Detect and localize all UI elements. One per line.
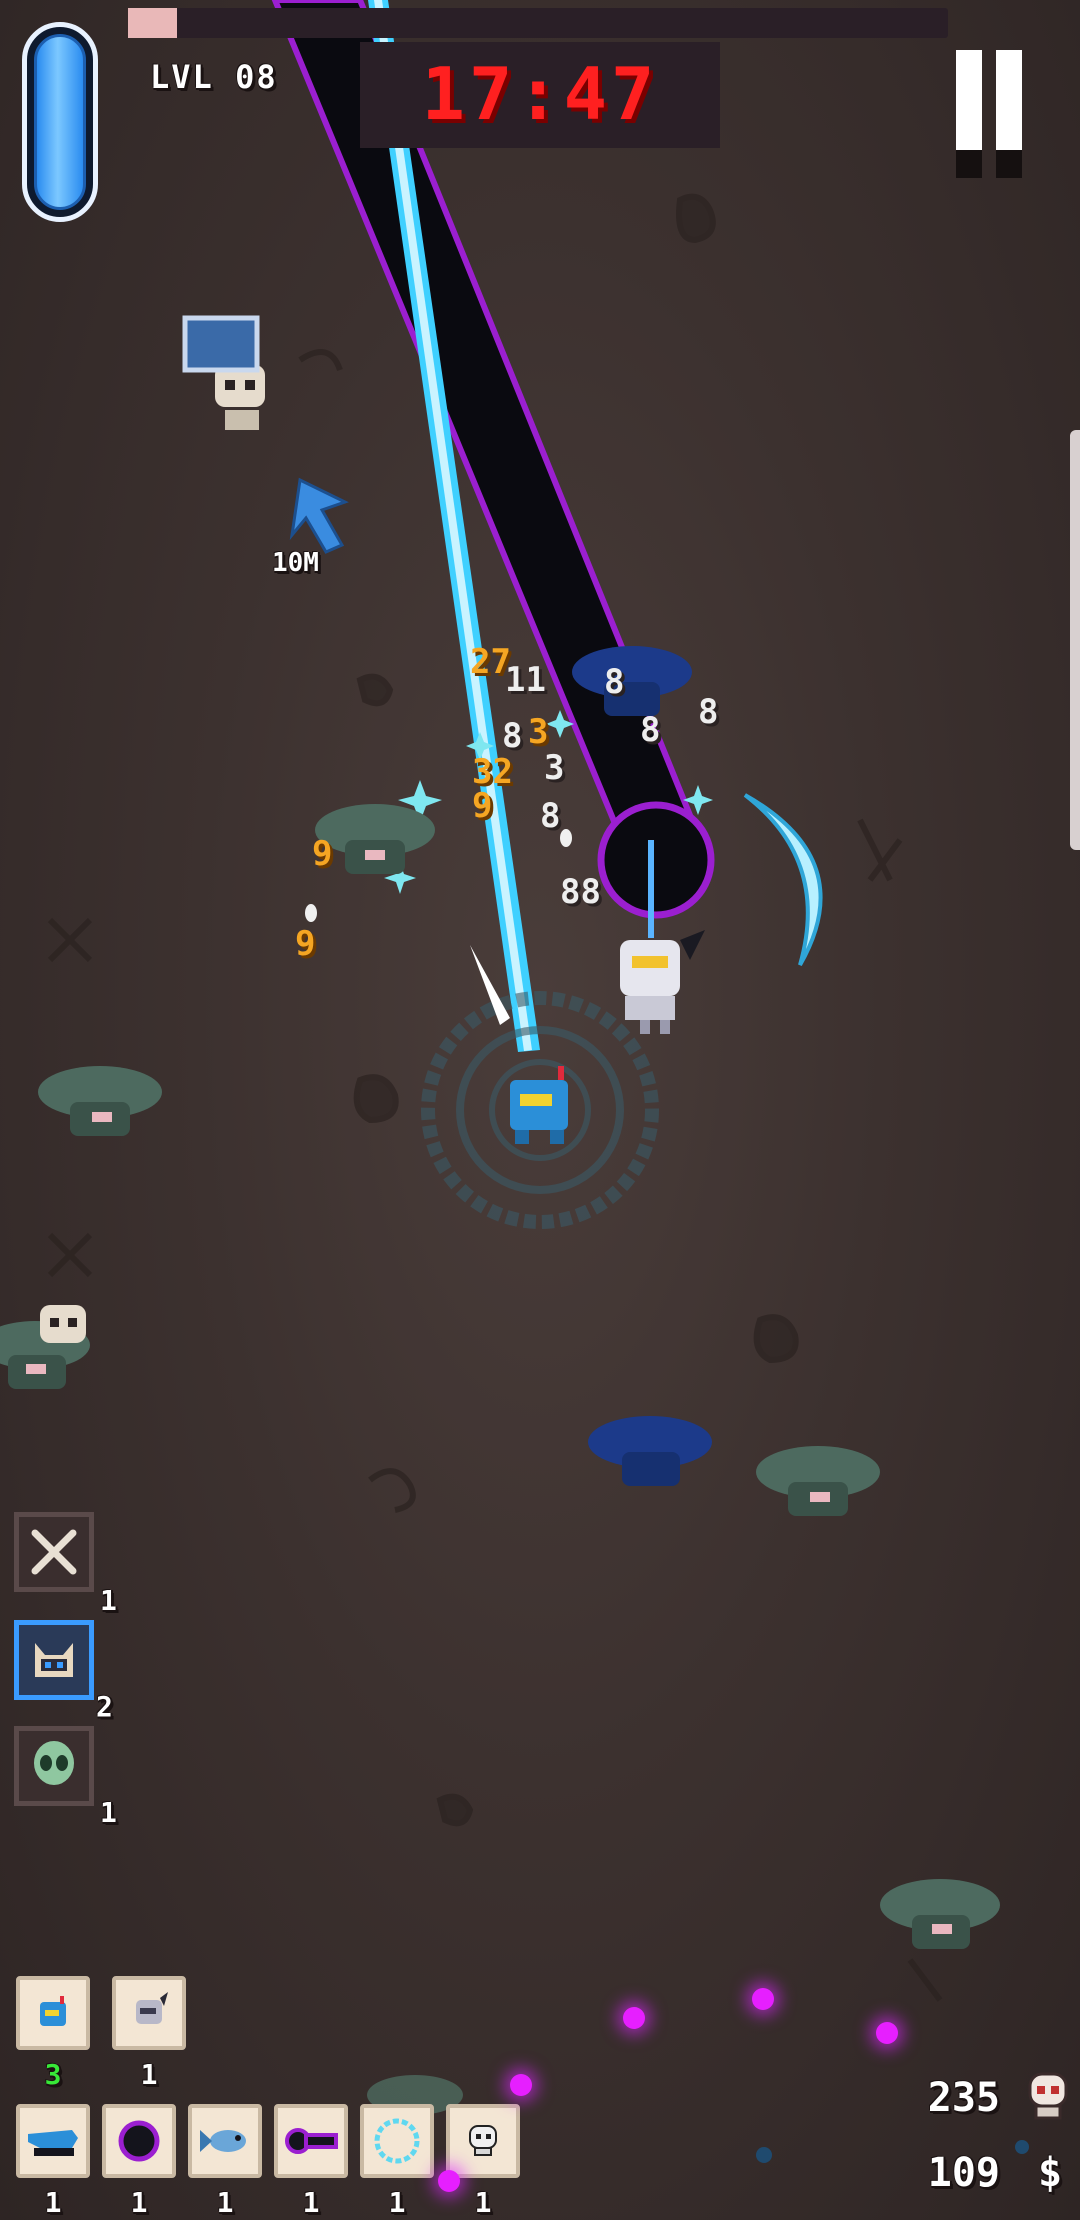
- damage-number: 3: [528, 712, 549, 752]
- weapon-count: 1: [130, 2186, 148, 2219]
- robot-knight-icon: [136, 1992, 168, 2024]
- ability-slot-alien[interactable]: [14, 1726, 94, 1806]
- weapon-count: 1: [44, 2186, 62, 2219]
- companion-count: 3: [44, 2058, 62, 2091]
- weapon-card-black-hole[interactable]: [102, 2104, 176, 2178]
- damage-number: 8: [640, 710, 661, 750]
- damage-number: 9: [295, 924, 316, 964]
- xp-fill: [128, 8, 178, 38]
- weapon-count: 1: [302, 2186, 320, 2219]
- damage-number: 8: [502, 716, 523, 756]
- health-capsule: [22, 22, 98, 222]
- black-hole-icon: [118, 2120, 160, 2162]
- damage-number: 88: [560, 872, 601, 912]
- cyan-ring-icon: [374, 2118, 420, 2164]
- xp-bar: [128, 8, 948, 38]
- blue-hero-icon: [40, 1996, 66, 2026]
- side-scroll-handle[interactable]: [1070, 430, 1080, 850]
- damage-number: 11: [505, 660, 546, 700]
- weapon-card-skull[interactable]: [446, 2104, 520, 2178]
- damage-number: 9: [312, 834, 333, 874]
- ability-count: 1: [100, 1584, 117, 1617]
- damage-numbers: 27 11 8 8 8 8 3 32 3 9 8 88 9 9: [0, 0, 1080, 2220]
- weapon-count: 1: [474, 2186, 492, 2219]
- cat-companion-icon: [35, 1643, 73, 1677]
- weapon-card-fish[interactable]: [188, 2104, 262, 2178]
- ability-count: 1: [100, 1796, 117, 1829]
- health-fill: [34, 34, 86, 210]
- skull-icon: [1028, 2072, 1068, 2120]
- skull-icon: [469, 2125, 497, 2156]
- damage-number: 9: [472, 786, 493, 826]
- companion-card-hero[interactable]: [16, 1976, 90, 2050]
- ability-slot-crossed-bones[interactable]: [14, 1512, 94, 1592]
- companion-count: 1: [140, 2058, 158, 2091]
- survival-timer: 17:47: [421, 52, 659, 136]
- weapon-count: 1: [388, 2186, 406, 2219]
- level-label: LVL 08: [150, 58, 278, 96]
- laser-gun-icon: [28, 2130, 78, 2156]
- crossed-bones-icon: [31, 1529, 77, 1575]
- currency-symbol: $: [1037, 2150, 1063, 2196]
- damage-number: 8: [698, 692, 719, 732]
- ability-slot-cat[interactable]: [14, 1620, 94, 1700]
- ability-count: 2: [96, 1690, 113, 1723]
- weapon-card-ring[interactable]: [360, 2104, 434, 2178]
- damage-number: 8: [604, 662, 625, 702]
- kill-count: 235: [927, 2075, 1000, 2121]
- alien-head-icon: [34, 1741, 74, 1785]
- weapon-count: 1: [216, 2186, 234, 2219]
- companion-card-robot[interactable]: [112, 1976, 186, 2050]
- pause-button[interactable]: [950, 50, 1030, 180]
- purple-beam-icon: [285, 2128, 338, 2154]
- weapon-card-laser[interactable]: [16, 2104, 90, 2178]
- damage-number: 8: [540, 796, 561, 836]
- money-count: 109: [927, 2150, 1000, 2196]
- weapon-card-beam[interactable]: [274, 2104, 348, 2178]
- fish-missile-icon: [200, 2130, 246, 2152]
- pause-icon: [956, 50, 982, 150]
- damage-number: 3: [544, 748, 565, 788]
- objective-distance: 10M: [272, 548, 319, 578]
